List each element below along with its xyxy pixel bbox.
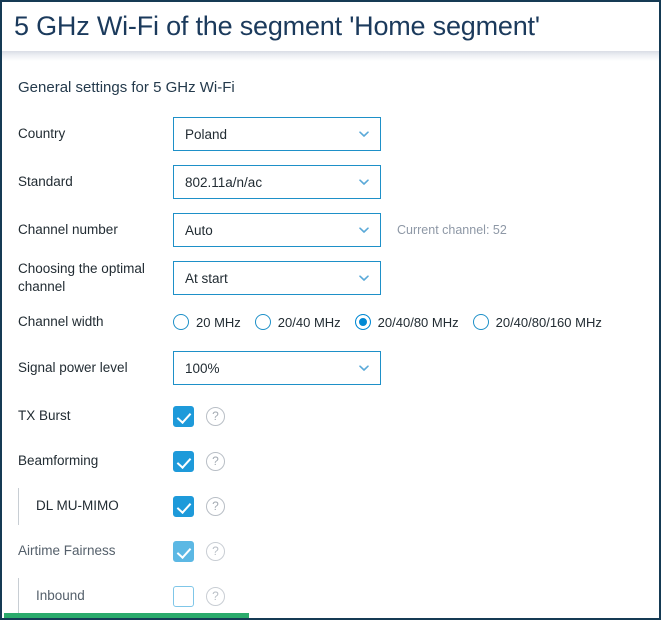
label-signal-power: Signal power level <box>18 359 128 375</box>
chevron-down-icon <box>358 224 370 236</box>
chevron-down-icon <box>358 272 370 284</box>
help-icon[interactable]: ? <box>206 407 225 426</box>
control-country: Poland <box>173 117 659 151</box>
row-signal-power: Signal power level 100% <box>2 342 659 394</box>
radio-option-20mhz[interactable]: 20 MHz <box>173 314 241 330</box>
indent-guide <box>18 488 19 525</box>
row-tx-burst: TX Burst ? <box>2 394 659 439</box>
standard-select-value: 802.11a/n/ac <box>185 174 263 190</box>
label-inbound: Inbound <box>36 588 85 604</box>
radio-option-20-40mhz[interactable]: 20/40 MHz <box>254 314 341 330</box>
radio-selected-icon <box>354 314 371 330</box>
label-country: Country <box>18 125 66 141</box>
label-optimal-channel: Choosing the optimal channel <box>18 260 145 294</box>
tx-burst-checkbox[interactable] <box>173 406 194 427</box>
optimal-channel-select-value: At start <box>185 270 228 286</box>
indent-guide <box>18 578 19 615</box>
radio-icon <box>254 314 271 330</box>
row-channel-number: Channel number Auto Current channel: 52 <box>2 206 659 254</box>
help-icon[interactable]: ? <box>206 587 225 606</box>
label-tx-burst: TX Burst <box>18 408 71 424</box>
country-select[interactable]: Poland <box>173 117 381 151</box>
radio-label: 20/40/80 MHz <box>377 314 459 330</box>
page-title: 5 GHz Wi-Fi of the segment 'Home segment… <box>14 11 540 41</box>
row-airtime-fairness: Airtime Fairness ? <box>2 529 659 574</box>
signal-power-select[interactable]: 100% <box>173 351 381 385</box>
label-airtime-fairness: Airtime Fairness <box>18 543 116 559</box>
row-standard: Standard 802.11a/n/ac <box>2 158 659 206</box>
settings-page: 5 GHz Wi-Fi of the segment 'Home segment… <box>0 0 661 620</box>
label-dl-mu-mimo: DL MU-MIMO <box>36 498 119 514</box>
control-standard: 802.11a/n/ac <box>173 165 659 199</box>
control-beamforming: ? <box>173 451 659 472</box>
help-icon[interactable]: ? <box>206 542 225 561</box>
standard-select[interactable]: 802.11a/n/ac <box>173 165 381 199</box>
control-tx-burst: ? <box>173 406 659 427</box>
control-airtime-fairness: ? <box>173 541 659 562</box>
label-channel-width: Channel width <box>18 313 104 329</box>
country-select-value: Poland <box>185 126 228 142</box>
chevron-down-icon <box>358 128 370 140</box>
chevron-down-icon <box>358 362 370 374</box>
row-inbound: Inbound ? <box>2 574 659 618</box>
row-channel-width: Channel width 20 MHz 20/40 MHz 20/40/80 … <box>2 302 659 342</box>
header-divider <box>2 51 659 61</box>
radio-icon <box>472 314 489 330</box>
airtime-fairness-checkbox[interactable] <box>173 541 194 562</box>
label-channel-number: Channel number <box>18 221 118 237</box>
dl-mu-mimo-checkbox[interactable] <box>173 496 194 517</box>
channel-width-radio-group: 20 MHz 20/40 MHz 20/40/80 MHz 20/40/80/1… <box>173 314 616 330</box>
current-channel-hint: Current channel: 52 <box>397 223 507 237</box>
control-optimal-channel: At start <box>173 261 659 295</box>
label-standard: Standard <box>18 173 73 189</box>
row-optimal-channel: Choosing the optimal channel At start <box>2 254 659 302</box>
optimal-channel-select[interactable]: At start <box>173 261 381 295</box>
help-icon[interactable]: ? <box>206 452 225 471</box>
radio-option-20-40-80-160mhz[interactable]: 20/40/80/160 MHz <box>472 314 602 330</box>
control-channel-width: 20 MHz 20/40 MHz 20/40/80 MHz 20/40/80/1… <box>173 314 659 330</box>
control-dl-mu-mimo: ? <box>173 496 659 517</box>
settings-body: General settings for 5 GHz Wi-Fi Country… <box>2 61 659 618</box>
radio-label: 20/40 MHz <box>277 314 341 330</box>
control-signal-power: 100% <box>173 351 659 385</box>
help-icon[interactable]: ? <box>206 497 225 516</box>
page-header: 5 GHz Wi-Fi of the segment 'Home segment… <box>2 2 659 51</box>
channel-number-select-value: Auto <box>185 222 213 238</box>
radio-label: 20 MHz <box>196 314 241 330</box>
radio-icon <box>173 314 189 330</box>
radio-label: 20/40/80/160 MHz <box>495 314 602 330</box>
channel-number-select[interactable]: Auto <box>173 213 381 247</box>
row-beamforming: Beamforming ? <box>2 439 659 484</box>
chevron-down-icon <box>358 176 370 188</box>
section-title: General settings for 5 GHz Wi-Fi <box>18 79 235 96</box>
beamforming-checkbox[interactable] <box>173 451 194 472</box>
control-inbound: ? <box>173 586 659 607</box>
label-beamforming: Beamforming <box>18 453 99 469</box>
row-country: Country Poland <box>2 110 659 158</box>
control-channel-number: Auto Current channel: 52 <box>173 213 659 247</box>
radio-option-20-40-80mhz[interactable]: 20/40/80 MHz <box>354 314 459 330</box>
signal-power-select-value: 100% <box>185 360 220 376</box>
row-dl-mu-mimo: DL MU-MIMO ? <box>2 484 659 529</box>
inbound-checkbox[interactable] <box>173 586 194 607</box>
settings-rows: Country Poland Standard 802.11a/n/ac Cha… <box>2 110 659 618</box>
